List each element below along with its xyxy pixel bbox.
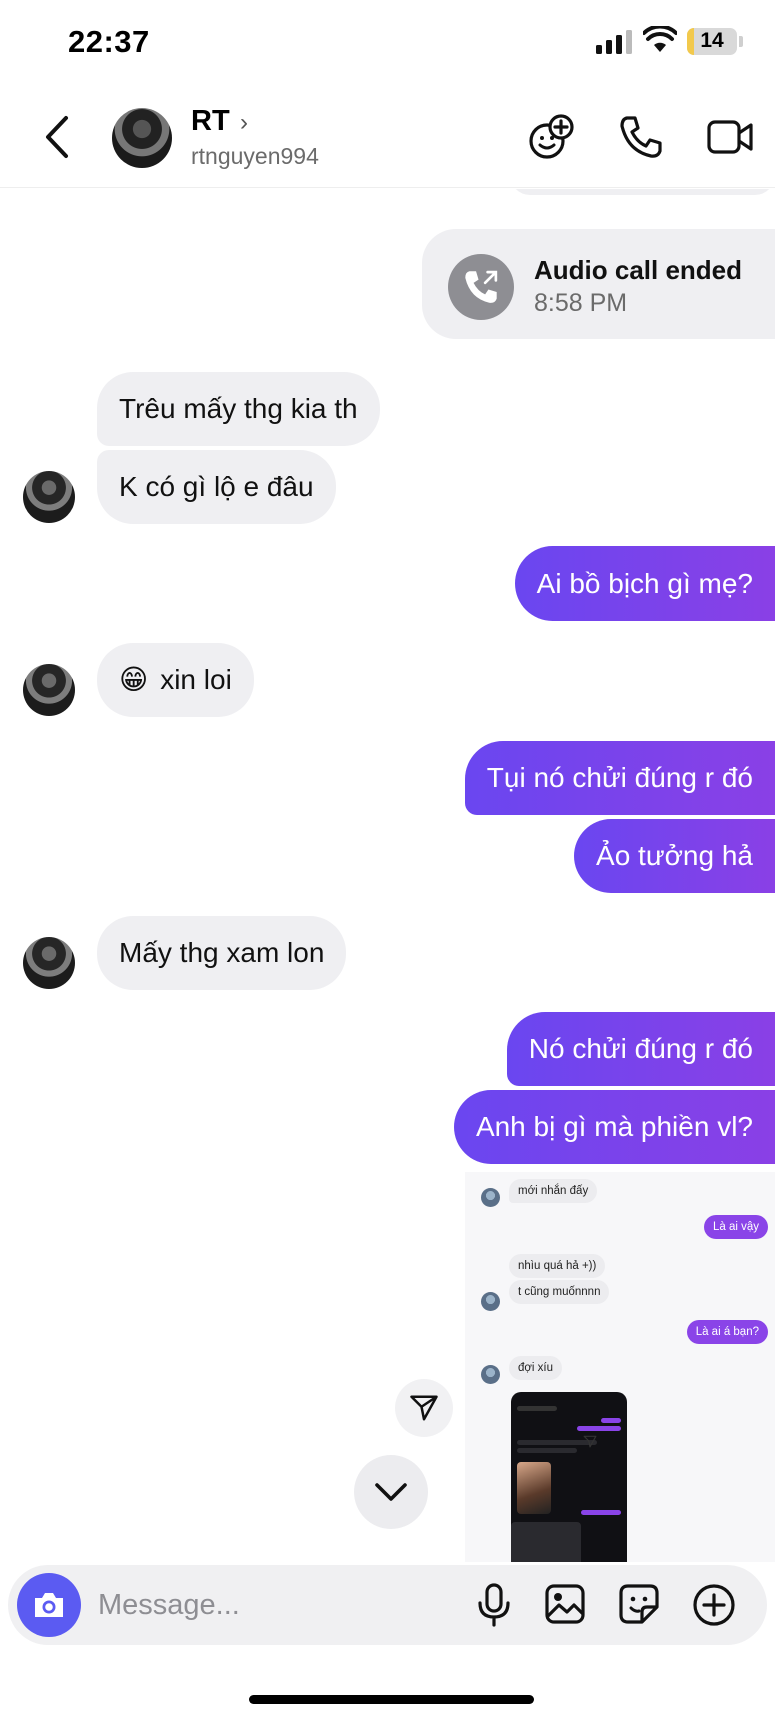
message-bubble[interactable]: Ai bồ bịch gì mẹ?: [514, 546, 775, 621]
avatar: [481, 1292, 500, 1311]
message-composer: [8, 1565, 767, 1645]
home-indicator[interactable]: [249, 1695, 534, 1704]
avatar[interactable]: [23, 664, 75, 716]
avatar: [481, 1365, 500, 1384]
share-icon: [410, 1395, 438, 1421]
status-time: 22:37: [68, 24, 150, 59]
contact-username[interactable]: rtnguyen994: [191, 143, 319, 170]
message-bubble: [510, 189, 775, 195]
microphone-icon[interactable]: [476, 1583, 512, 1627]
share-button[interactable]: [395, 1379, 453, 1437]
avatar[interactable]: [23, 471, 75, 523]
chevron-right-icon[interactable]: ›: [240, 109, 248, 137]
avatar[interactable]: [23, 937, 75, 989]
list-item: Là ai á bạn?: [686, 1320, 768, 1344]
share-icon: [583, 1435, 597, 1448]
message-bubble[interactable]: K có gì lộ e đâu: [97, 450, 336, 524]
shared-screenshot-image[interactable]: mới nhắn đấy Là ai vậy nhìu quá hả +)) t…: [465, 1172, 775, 1562]
message-input[interactable]: [98, 1581, 428, 1629]
wifi-icon: [643, 26, 677, 52]
chevron-down-icon: [375, 1483, 407, 1501]
call-time: 8:58 PM: [534, 289, 628, 317]
status-bar: 22:37 14: [0, 0, 775, 88]
sticker-icon[interactable]: [618, 1583, 660, 1625]
message-bubble[interactable]: Ảo tưởng hả: [574, 819, 775, 893]
call-back-icon: [448, 254, 514, 320]
message-bubble[interactable]: 😁 xin loi: [97, 643, 254, 717]
grin-emoji: 😁: [119, 664, 149, 695]
call-log-card[interactable]: Audio call ended 8:58 PM: [422, 229, 775, 339]
list-item: t cũng muốnnnn: [509, 1280, 610, 1304]
call-title: Audio call ended: [534, 255, 743, 285]
message-bubble[interactable]: Nó chửi đúng r đó: [506, 1012, 775, 1086]
list-item: đợi xíu: [509, 1356, 563, 1380]
phone-icon[interactable]: [618, 114, 664, 160]
avatar: [481, 1188, 500, 1207]
gallery-icon[interactable]: [544, 1583, 586, 1625]
list-item: nhìu quá hả +)): [509, 1254, 606, 1278]
camera-button[interactable]: [17, 1573, 81, 1637]
avatar[interactable]: [112, 108, 172, 168]
battery-level: 14: [700, 29, 724, 52]
plus-icon[interactable]: [692, 1583, 736, 1627]
chat-header: RT › rtnguyen994: [0, 88, 775, 188]
message-bubble[interactable]: Mấy thg xam lon: [97, 916, 347, 990]
cellular-signal-icon: [596, 30, 632, 54]
contact-name[interactable]: RT: [191, 105, 230, 138]
camera-icon: [35, 1593, 63, 1617]
message-bubble[interactable]: Trêu mấy thg kia th: [97, 372, 380, 446]
message-bubble[interactable]: Tụi nó chửi đúng r đó: [464, 741, 775, 815]
list-item: Là ai vậy: [703, 1215, 768, 1239]
scroll-down-button[interactable]: [354, 1455, 428, 1529]
battery-icon: 14: [687, 28, 737, 55]
video-icon[interactable]: [706, 114, 754, 160]
list-item: mới nhắn đấy: [509, 1179, 598, 1203]
message-bubble[interactable]: Anh bị gì mà phiền vl?: [453, 1090, 775, 1164]
add-emoji-icon[interactable]: [527, 114, 575, 162]
nested-screenshot-image: [511, 1392, 627, 1562]
chevron-left-icon[interactable]: [40, 112, 76, 162]
